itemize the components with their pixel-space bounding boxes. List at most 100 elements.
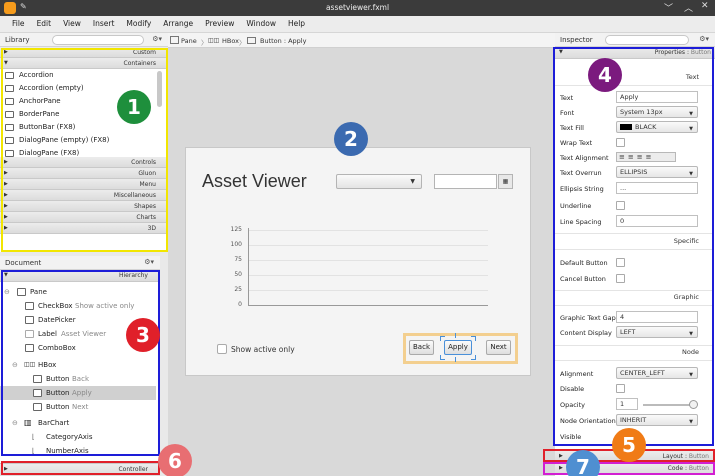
hierarchy-row[interactable]: ⌊ CategoryAxis <box>0 430 156 444</box>
gear-icon[interactable]: ⚙▾ <box>144 258 154 266</box>
chevron-down-icon: ▼ <box>689 331 693 337</box>
line-spacing-input[interactable]: 0 <box>616 215 698 227</box>
menu-help[interactable]: Help <box>282 16 311 32</box>
minimize-icon[interactable]: ﹀ <box>664 1 673 14</box>
node-orientation-select[interactable]: INHERIT ▼ <box>616 414 698 426</box>
hierarchy-row[interactable]: ⊖ ◫◫ HBox <box>0 358 156 372</box>
library-section-containers[interactable]: ▼ Containers <box>0 58 168 69</box>
stage-bar-chart[interactable]: 125 100 75 50 25 0 <box>216 223 488 313</box>
library-section-charts[interactable]: ▶ Charts <box>0 212 168 223</box>
selection-handle[interactable] <box>471 355 476 360</box>
menu-arrange[interactable]: Arrange <box>157 16 199 32</box>
badge-6: 6 <box>158 444 192 476</box>
chart-y-tick: 75 <box>234 256 242 263</box>
font-select[interactable]: System 13px ▼ <box>616 106 698 118</box>
menu-window[interactable]: Window <box>240 16 282 32</box>
menu-preview[interactable]: Preview <box>199 16 240 32</box>
hierarchy-row[interactable]: Button Next <box>0 400 156 414</box>
library-section-3d[interactable]: ▶ 3D <box>0 223 168 234</box>
stage-hbox[interactable]: Back Apply Next <box>403 333 518 364</box>
text-alignment-toggle[interactable]: ≡≡≡≡ <box>616 152 676 162</box>
breadcrumb-button-apply[interactable]: Button : Apply <box>260 37 306 45</box>
selection-handle[interactable] <box>440 355 445 360</box>
maximize-icon[interactable]: ︿ <box>684 1 693 14</box>
properties-section[interactable]: ▼ Properties : Button <box>555 47 715 59</box>
triangle-right-icon: ▶ <box>4 192 8 198</box>
library-section-controls[interactable]: ▶ Controls <box>0 157 168 168</box>
library-section-custom[interactable]: ▶ Custom <box>0 47 168 58</box>
combobox-icon <box>25 344 34 352</box>
show-active-checkbox[interactable] <box>217 344 227 354</box>
library-item[interactable]: DialogPane (FX8) <box>0 147 168 157</box>
triangle-right-icon: ▶ <box>559 453 563 459</box>
menu-view[interactable]: View <box>57 16 87 32</box>
stage-date-field[interactable] <box>434 174 497 189</box>
menu-modify[interactable]: Modify <box>120 16 157 32</box>
dialogpane-icon <box>5 137 14 144</box>
stage-title-label[interactable]: Asset Viewer <box>202 171 307 192</box>
library-search-input[interactable] <box>52 35 144 45</box>
selection-handle[interactable] <box>440 336 445 341</box>
library-section-menu[interactable]: ▶ Menu <box>0 179 168 190</box>
library-item[interactable]: DialogPane (empty) (FX8) <box>0 134 168 147</box>
opacity-input[interactable]: 1 <box>616 398 638 410</box>
back-button[interactable]: Back <box>409 340 434 355</box>
group-node: Node <box>682 348 699 356</box>
content-display-select[interactable]: LEFT ▼ <box>616 326 698 338</box>
library-item[interactable]: Accordion <box>0 69 168 82</box>
text-fill-select[interactable]: BLACK ▼ <box>616 121 698 133</box>
hierarchy-row[interactable]: ⊖ Pane <box>0 285 156 299</box>
badge-7: 7 <box>566 450 600 476</box>
library-section-miscellaneous[interactable]: ▶ Miscellaneous <box>0 190 168 201</box>
divider <box>555 345 713 346</box>
hierarchy-row[interactable]: Button Back <box>0 372 156 386</box>
breadcrumb-pane[interactable]: Pane <box>181 37 197 45</box>
breadcrumb-hbox[interactable]: HBox <box>222 37 239 45</box>
ellipsis-input[interactable]: ... <box>616 182 698 194</box>
library-section-shapes[interactable]: ▶ Shapes <box>0 201 168 212</box>
divider <box>555 85 713 86</box>
hierarchy-row[interactable]: CheckBox Show active only <box>0 299 156 313</box>
menu-insert[interactable]: Insert <box>87 16 121 32</box>
library-section-gluon[interactable]: ▶ Gluon <box>0 168 168 179</box>
disable-checkbox[interactable] <box>616 384 625 393</box>
wrap-text-checkbox[interactable] <box>616 138 625 147</box>
cancel-button-checkbox[interactable] <box>616 274 625 283</box>
library-item[interactable]: ButtonBar (FX8) <box>0 121 168 134</box>
triangle-right-icon: ▶ <box>4 214 8 220</box>
graphic-text-gap-input[interactable]: 4 <box>616 311 698 323</box>
text-input[interactable]: Apply <box>616 91 698 103</box>
apply-button[interactable]: Apply <box>444 340 472 355</box>
selection-handle[interactable] <box>471 336 476 341</box>
hierarchy-row[interactable]: ⊖ ▥ BarChart <box>0 416 156 430</box>
library-scrollbar[interactable] <box>157 71 162 107</box>
chart-x-axis <box>248 305 488 306</box>
button-icon <box>247 37 256 44</box>
default-button-checkbox[interactable] <box>616 258 625 267</box>
hierarchy-row[interactable]: ⌊ NumberAxis <box>0 444 156 458</box>
show-active-label: Show active only <box>231 345 295 354</box>
gear-icon[interactable]: ⚙▾ <box>699 35 709 43</box>
opacity-slider-thumb[interactable] <box>689 400 698 409</box>
triangle-down-icon: ▼ <box>4 60 8 66</box>
hierarchy-section[interactable]: ▼ Hierarchy <box>0 270 160 282</box>
close-icon[interactable]: ✕ <box>701 1 709 11</box>
underline-checkbox[interactable] <box>616 201 625 210</box>
next-button[interactable]: Next <box>486 340 511 355</box>
menu-file[interactable]: File <box>6 16 31 32</box>
buttonbar-icon <box>5 124 14 131</box>
anchorpane-icon <box>5 98 14 105</box>
controller-section[interactable]: ▶ Controller <box>0 463 160 476</box>
alignment-select[interactable]: CENTER_LEFT ▼ <box>616 367 698 379</box>
chevron-right-icon: 〉 <box>201 39 208 47</box>
calendar-icon[interactable]: ▦ <box>498 174 513 189</box>
gear-icon[interactable]: ⚙▾ <box>152 35 162 43</box>
stage-combobox[interactable]: ▼ <box>336 174 422 189</box>
hierarchy-row-selected[interactable]: Button Apply <box>0 386 156 400</box>
stage-pane[interactable]: Asset Viewer ▼ ▦ 125 100 75 50 25 0 Show… <box>185 147 531 376</box>
menu-edit[interactable]: Edit <box>31 16 58 32</box>
inspector-search-input[interactable] <box>605 35 689 45</box>
text-overrun-select[interactable]: ELLIPSIS ▼ <box>616 166 698 178</box>
prop-default-button: Default Button <box>555 255 713 271</box>
opacity-slider-track[interactable] <box>643 404 695 406</box>
